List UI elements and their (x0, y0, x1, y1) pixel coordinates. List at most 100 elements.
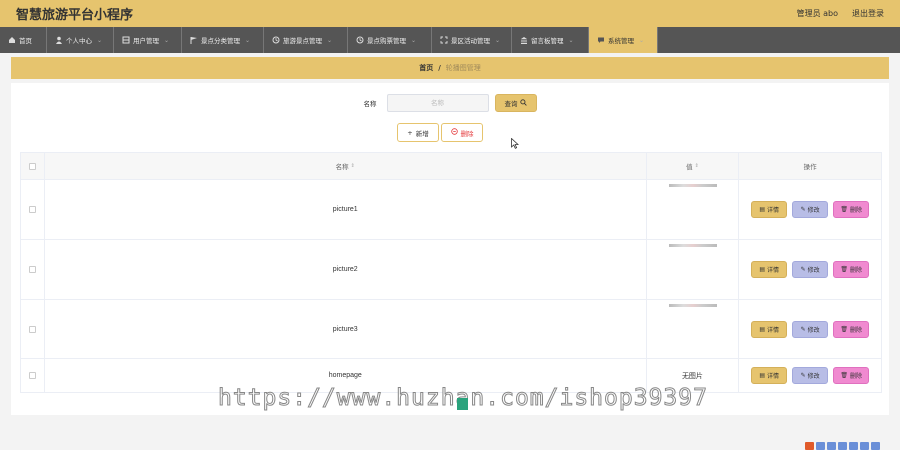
row-checkbox[interactable] (28, 206, 36, 213)
detail-button[interactable]: ▤ 详情 (751, 261, 788, 278)
row-checkbox[interactable] (28, 266, 36, 273)
delete-button[interactable]: 🗑 删除 (833, 201, 870, 218)
delete-label: 删除 (849, 373, 862, 380)
tray-app-icon[interactable] (816, 441, 825, 450)
watermark-logo (457, 398, 468, 410)
delete-label: 删除 (849, 267, 862, 274)
delete-button[interactable]: 🗑 删除 (833, 367, 870, 384)
nav-label: 首页 (19, 37, 32, 45)
delete-button[interactable]: 🗑 删除 (833, 320, 870, 338)
edit-button[interactable]: ✎ 修改 (792, 201, 829, 218)
detail-button[interactable]: ▤ 详情 (751, 320, 788, 338)
search-input[interactable] (386, 94, 489, 112)
trash-icon: 🗑 (840, 325, 848, 333)
clock-icon (356, 36, 364, 44)
tray-app-icon[interactable] (871, 441, 880, 450)
chevron-down-icon: ⌄ (639, 36, 645, 44)
message-icon (597, 36, 605, 44)
document-icon: ▤ (759, 325, 765, 333)
nav-item-activities[interactable]: 景区活动管理 ⌄ (432, 27, 512, 53)
add-button[interactable]: + 新增 (397, 123, 439, 142)
bank-icon (520, 36, 528, 44)
chevron-down-icon: ⌄ (495, 36, 501, 44)
document-icon: ▤ (759, 266, 765, 273)
nav-item-system[interactable]: 系统管理 ⌄ (589, 27, 658, 53)
header-value-label: 值 (686, 163, 693, 171)
delete-button[interactable]: 🗑 删除 (833, 261, 870, 278)
plus-icon: + (407, 128, 413, 137)
detail-label: 详情 (766, 267, 779, 274)
chevron-down-icon: ⌄ (327, 36, 333, 44)
nav-item-message-board[interactable]: 留言板管理 ⌄ (512, 27, 589, 53)
nav-item-home[interactable]: 首页 (0, 27, 47, 53)
nav-item-scenic-spots[interactable]: 旅游景点管理 ⌄ (264, 27, 348, 53)
edit-label: 修改 (807, 326, 820, 334)
current-user: 管理员 abo (796, 9, 838, 18)
logout-link[interactable]: 退出登录 (852, 8, 884, 19)
edit-button[interactable]: ✎ 修改 (792, 320, 829, 338)
flag-icon (190, 36, 198, 44)
row-value (647, 240, 740, 299)
detail-button[interactable]: ▤ 详情 (751, 201, 788, 218)
header-check-cell (21, 153, 45, 179)
document-icon: ▤ (759, 372, 765, 379)
breadcrumb-current: 轮播图管理 (445, 64, 481, 72)
row-value (647, 300, 740, 358)
row-checkbox[interactable] (28, 372, 36, 379)
chevron-down-icon: ⌄ (411, 36, 417, 44)
delete-label: 删除 (849, 207, 862, 214)
tray-app-icon[interactable] (838, 441, 847, 450)
tray-app-icon[interactable] (849, 441, 858, 450)
header-name-label: 名称 (335, 163, 349, 171)
edit-icon: ✎ (800, 372, 806, 379)
nav-label: 系统管理 (608, 37, 634, 45)
row-ops: ▤ 详情 ✎ 修改 🗑 删除 (739, 359, 881, 392)
row-checkbox[interactable] (28, 325, 36, 333)
thumbnail-image (668, 244, 717, 247)
tray-app-icon[interactable] (860, 441, 869, 450)
system-tray (805, 441, 900, 450)
row-value (647, 180, 740, 239)
main-content: 名称 查询 + 新增 删除 名称⇕ 值⇕ 操作 picture1 (11, 83, 889, 415)
edit-label: 修改 (807, 267, 820, 274)
edit-icon: ✎ (800, 206, 806, 213)
nav-label: 留言板管理 (531, 37, 564, 45)
search-label: 名称 (363, 100, 377, 108)
nav-label: 景点分类管理 (201, 37, 240, 45)
chevron-down-icon: ⌄ (245, 36, 251, 44)
edit-icon: ✎ (800, 266, 806, 273)
thumbnail-image (668, 304, 717, 307)
edit-label: 修改 (807, 373, 820, 380)
header-value[interactable]: 值 ⇕ (647, 153, 740, 179)
tray-app-icon[interactable] (805, 441, 814, 450)
select-all-checkbox[interactable] (28, 162, 36, 170)
nav-item-users[interactable]: 用户管理 ⌄ (114, 27, 182, 53)
batch-delete-button[interactable]: 删除 (441, 123, 483, 142)
nav-item-tickets[interactable]: 景点购票管理 ⌄ (348, 27, 432, 53)
document-icon: ▤ (759, 206, 765, 213)
breadcrumb-home[interactable]: 首页 (419, 63, 433, 73)
row-name: picture1 (45, 180, 647, 239)
header-name[interactable]: 名称 ⇕ (45, 153, 647, 179)
edit-button[interactable]: ✎ 修改 (792, 261, 829, 278)
nav-label: 个人中心 (66, 37, 92, 45)
minus-circle-icon (450, 128, 458, 137)
add-button-label: 新增 (415, 129, 429, 138)
tray-app-icon[interactable] (827, 441, 836, 450)
detail-label: 详情 (766, 326, 779, 334)
edit-button[interactable]: ✎ 修改 (792, 367, 829, 384)
detail-button[interactable]: ▤ 详情 (751, 367, 788, 384)
app-title: 智慧旅游平台小程序 (16, 8, 134, 23)
sort-icon: ⇕ (694, 163, 699, 169)
row-name: picture3 (45, 300, 647, 358)
row-ops: ▤ 详情 ✎ 修改 🗑 删除 (739, 240, 881, 299)
nav-item-scenic-category[interactable]: 景点分类管理 ⌄ (182, 27, 264, 53)
nav-label: 景区活动管理 (451, 37, 490, 45)
nav-item-profile[interactable]: 个人中心 ⌄ (47, 27, 114, 53)
row-ops: ▤ 详情 ✎ 修改 🗑 删除 (739, 180, 881, 239)
chevron-down-icon: ⌄ (97, 36, 103, 44)
nav-label: 用户管理 (133, 37, 159, 45)
detail-label: 详情 (766, 373, 779, 380)
query-button[interactable]: 查询 (494, 94, 537, 112)
trash-icon: 🗑 (840, 266, 848, 273)
